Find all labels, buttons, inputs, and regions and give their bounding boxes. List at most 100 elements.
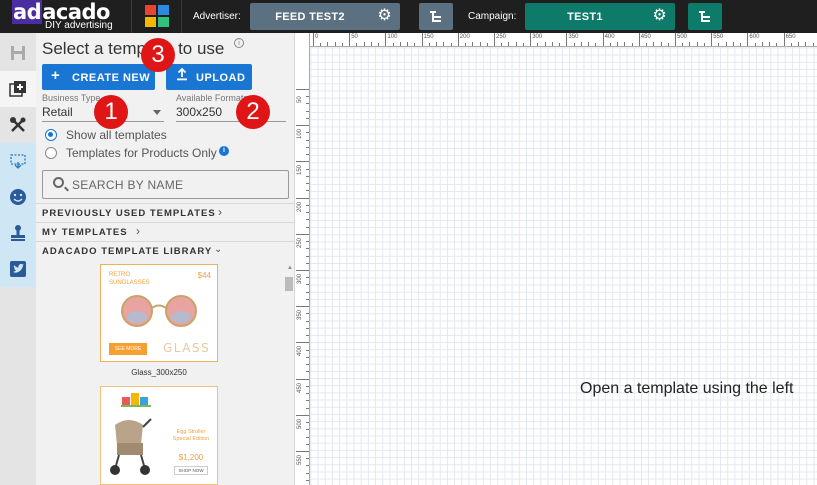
- ruler-minor-tick: [450, 43, 452, 46]
- ruler-minor-tick: [776, 43, 778, 46]
- ruler-minor-tick: [588, 42, 590, 46]
- available-formats-select[interactable]: 300x250: [176, 105, 222, 119]
- ruler-label: 450: [640, 34, 651, 40]
- design-canvas[interactable]: [296, 33, 817, 485]
- upload-button[interactable]: UPLOAD: [166, 64, 252, 90]
- ruler-left: 50 100 150 200 250 300 350 400 450 500 550: [296, 33, 310, 485]
- ruler-minor-tick: [306, 204, 309, 206]
- ruler-tick: [313, 33, 314, 46]
- ruler-minor-tick: [306, 327, 309, 329]
- radio-products-only[interactable]: [45, 147, 57, 159]
- radio-show-all-label[interactable]: Show all templates: [66, 128, 167, 142]
- ruler-minor-tick: [436, 42, 438, 46]
- template-card-stroller[interactable]: Egg Stroller Special Edition $1,200 SHOP…: [100, 386, 218, 485]
- radio-products-only-label[interactable]: Templates for Products Only: [66, 146, 217, 160]
- ruler-minor-tick: [341, 43, 343, 46]
- ruler-minor-tick: [501, 43, 503, 46]
- ruler-tick: [296, 161, 309, 163]
- twitter-icon[interactable]: [0, 251, 36, 287]
- panel-scrollbar[interactable]: ▲: [284, 261, 294, 485]
- ruler-tick: [296, 197, 309, 199]
- chevron-down-icon[interactable]: [153, 110, 161, 115]
- apps-icon[interactable]: [145, 5, 171, 29]
- ruler-minor-tick: [798, 42, 800, 46]
- ruler-tick: [349, 33, 351, 46]
- ruler-minor-tick: [609, 43, 611, 46]
- ruler-tick: [296, 306, 309, 308]
- create-new-button[interactable]: + CREATE NEW: [42, 64, 155, 90]
- ruler-minor-tick: [559, 43, 561, 46]
- ruler-label: 650: [785, 34, 796, 40]
- ruler-tick: [494, 33, 495, 46]
- ruler-minor-tick: [631, 43, 633, 46]
- ruler-label: 600: [749, 34, 760, 40]
- radio-show-all[interactable]: [45, 129, 57, 141]
- ruler-label: 100: [297, 129, 303, 140]
- section-previously-used[interactable]: PREVIOUSLY USED TEMPLATES ›: [36, 203, 294, 222]
- ruler-minor-tick: [306, 436, 309, 438]
- ruler-minor-tick: [306, 117, 309, 119]
- dropzone-icon[interactable]: [0, 143, 36, 179]
- ruler-minor-tick: [378, 43, 380, 46]
- search-input[interactable]: [72, 177, 282, 193]
- ruler-minor-tick: [428, 43, 430, 46]
- ruler-minor-tick: [306, 110, 309, 112]
- scroll-thumb[interactable]: [285, 277, 293, 291]
- stamp-icon[interactable]: [0, 215, 36, 251]
- ruler-label: 400: [297, 346, 303, 357]
- search-icon: [53, 177, 64, 188]
- search-box[interactable]: [42, 170, 289, 199]
- save-icon[interactable]: [0, 35, 36, 71]
- ruler-minor-tick: [306, 320, 309, 322]
- ruler-label: 50: [351, 34, 358, 40]
- adacado-logo[interactable]: adacado DIY advertising: [12, 0, 120, 32]
- advertiser-value: FEED TEST2: [275, 11, 345, 23]
- ruler-tick: [296, 378, 309, 380]
- ruler-minor-tick: [306, 443, 309, 445]
- advertiser-select[interactable]: FEED TEST2 ⚙: [250, 3, 400, 30]
- scroll-up-icon[interactable]: ▲: [287, 265, 293, 271]
- chevron-right-icon: ›: [136, 224, 140, 238]
- template-headline: Egg Stroller Special Edition: [172, 429, 210, 442]
- gear-icon[interactable]: ⚙: [652, 8, 667, 24]
- ruler-label: 550: [713, 34, 724, 40]
- template-name: Glass_300x250: [131, 368, 187, 377]
- ruler-minor-tick: [306, 291, 309, 293]
- divider: [131, 0, 132, 33]
- ruler-minor-tick: [306, 349, 309, 351]
- ruler-minor-tick: [551, 42, 553, 46]
- ruler-minor-tick: [407, 42, 409, 46]
- advertiser-hierarchy-button[interactable]: [419, 3, 453, 30]
- ruler-minor-tick: [320, 43, 322, 46]
- campaign-hierarchy-button[interactable]: [688, 3, 722, 30]
- info-icon[interactable]: i: [219, 146, 229, 156]
- template-card-glass[interactable]: RETRO SUNGLASSES $44 SEE MORE GLASS: [100, 264, 218, 362]
- tools-icon[interactable]: [0, 107, 36, 143]
- ruler-minor-tick: [306, 248, 309, 250]
- info-icon[interactable]: i: [234, 38, 244, 48]
- business-type-select[interactable]: Retail: [42, 105, 73, 119]
- chevron-down-icon: ⌄: [214, 244, 223, 255]
- ruler-tick: [385, 33, 387, 46]
- ruler-minor-tick: [660, 42, 662, 46]
- top-bar: adacado DIY advertising Advertiser: FEED…: [0, 0, 817, 33]
- section-template-library[interactable]: ADACADO TEMPLATE LIBRARY ⌄: [36, 241, 294, 260]
- smiley-icon[interactable]: [0, 179, 36, 215]
- left-tool-rail: [0, 33, 36, 485]
- create-new-label: CREATE NEW: [72, 72, 151, 84]
- section-my-templates[interactable]: MY TEMPLATES ›: [36, 222, 294, 241]
- ruler-minor-tick: [306, 356, 309, 358]
- ruler-minor-tick: [653, 42, 655, 46]
- add-layer-icon[interactable]: [0, 71, 36, 107]
- plus-icon: +: [51, 67, 61, 84]
- ruler-minor-tick: [667, 43, 669, 46]
- campaign-select[interactable]: TEST1 ⚙: [525, 3, 675, 30]
- ruler-tick: [457, 33, 459, 46]
- section-label: MY TEMPLATES: [42, 227, 128, 238]
- ruler-minor-tick: [306, 407, 309, 409]
- gear-icon[interactable]: ⚙: [377, 8, 392, 24]
- available-formats-underline: [176, 121, 286, 122]
- ruler-minor-tick: [306, 472, 309, 474]
- ruler-minor-tick: [306, 385, 309, 387]
- ruler-top: 0 50 100 150 200 250 300 350 400 450 500 550 600 650: [296, 33, 817, 47]
